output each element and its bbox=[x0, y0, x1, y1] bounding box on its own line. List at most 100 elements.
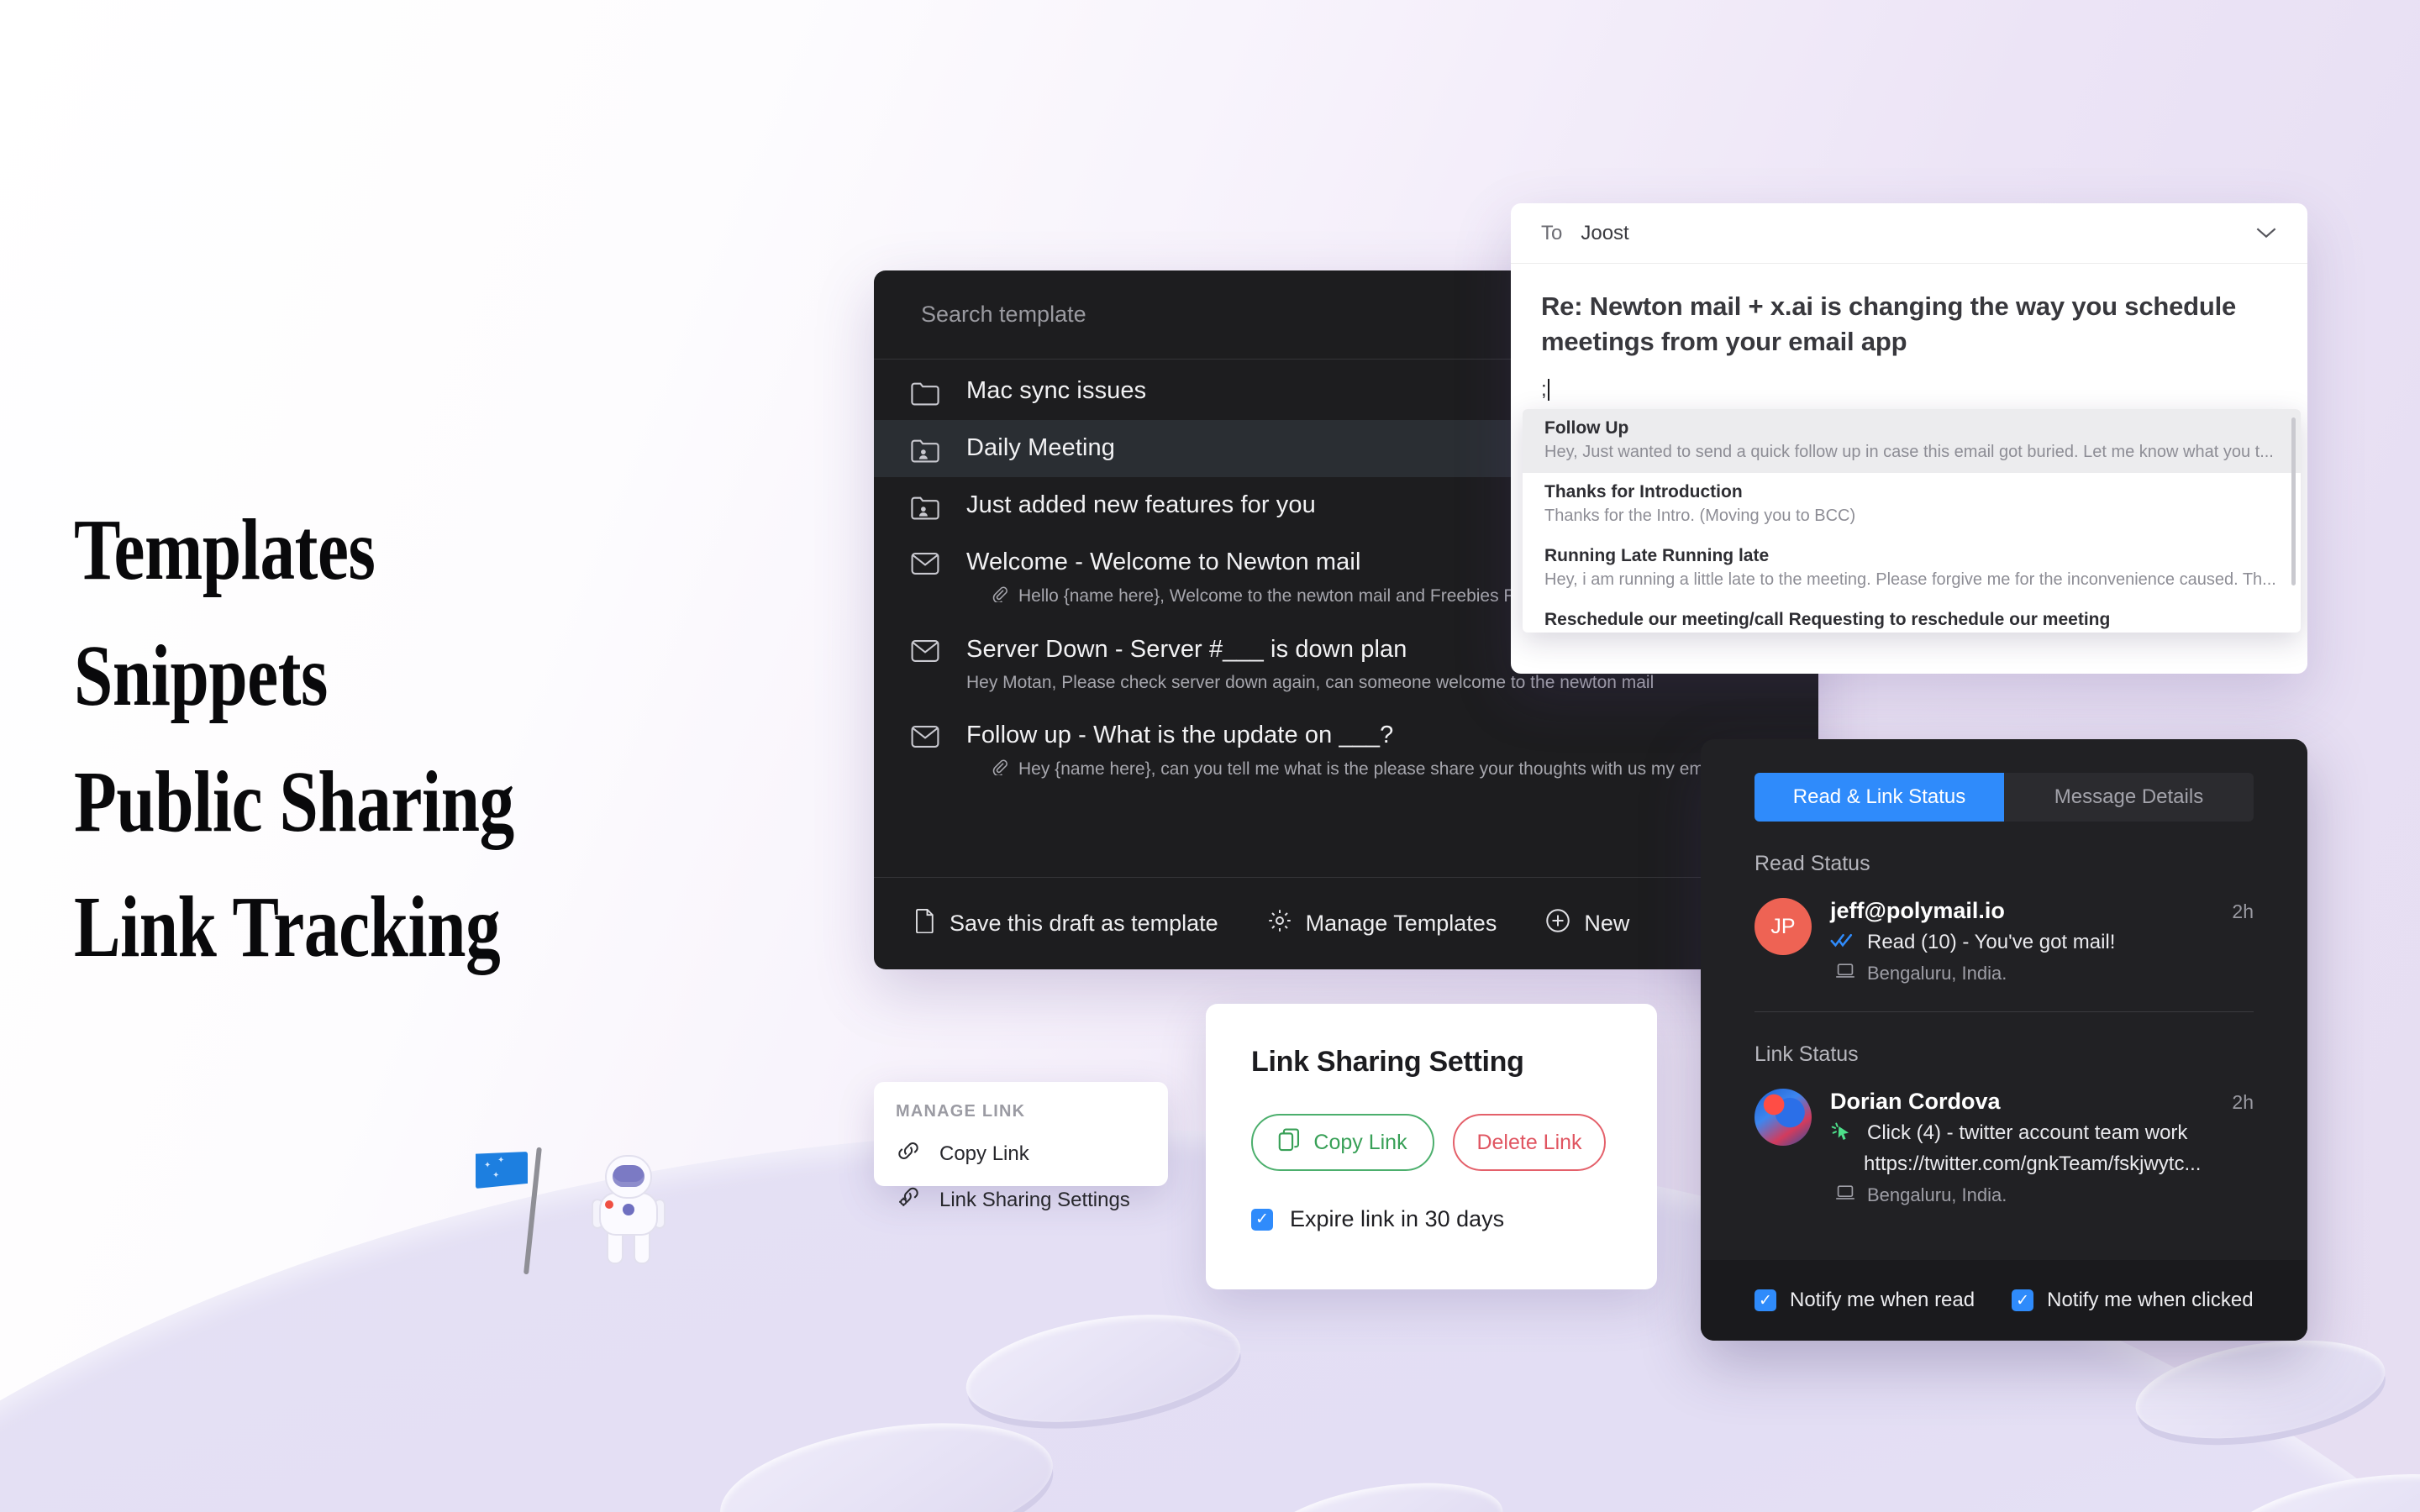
link-sharing-settings-menu-item[interactable]: Link Sharing Settings bbox=[896, 1186, 1146, 1214]
chevron-down-icon[interactable] bbox=[2255, 222, 2277, 245]
template-title: Just added new features for you bbox=[966, 491, 1316, 518]
notify-when-read-label: Notify me when read bbox=[1790, 1289, 1975, 1311]
notify-when-read-checkbox[interactable]: ✓ Notify me when read bbox=[1754, 1289, 1975, 1312]
notify-when-clicked-checkbox[interactable]: ✓ Notify me when clicked bbox=[2012, 1289, 2254, 1312]
template-subtitle-text: Hey {name here}, can you tell me what is… bbox=[1018, 759, 1722, 779]
read-status-heading: Read Status bbox=[1754, 852, 1870, 875]
link-sharing-setting-card: Link Sharing Setting Copy Link Delete Li… bbox=[1206, 1004, 1657, 1289]
link-card-buttons: Copy Link Delete Link bbox=[1251, 1114, 1612, 1171]
copy-link-label: Copy Link bbox=[939, 1142, 1029, 1165]
tab-read-and-link-status[interactable]: Read & Link Status bbox=[1754, 773, 2004, 822]
status-tabs: Read & Link Status Message Details bbox=[1754, 773, 2254, 822]
copy-link-button[interactable]: Copy Link bbox=[1251, 1114, 1434, 1171]
template-title: Follow up - What is the update on ___? bbox=[966, 722, 1394, 748]
flag-cloth: ✦ ✦ ✦ bbox=[476, 1152, 528, 1189]
copy-link-menu-item[interactable]: Copy Link bbox=[896, 1140, 1146, 1168]
checkmark-icon: ✓ bbox=[2012, 1289, 2034, 1311]
astronaut-blue-badge bbox=[623, 1204, 634, 1215]
checkmark-icon: ✓ bbox=[1251, 1208, 1273, 1231]
templates-footer: Save this draft as template Manage Templ… bbox=[874, 877, 1818, 969]
template-title: Mac sync issues bbox=[966, 377, 1147, 404]
headline-line-4: Link Tracking bbox=[74, 879, 501, 976]
delete-link-button[interactable]: Delete Link bbox=[1453, 1114, 1606, 1171]
headline-line-1: Templates bbox=[74, 501, 376, 598]
template-title: Welcome - Welcome to Newton mail bbox=[966, 549, 1361, 575]
link-status-name: Dorian Cordova bbox=[1830, 1089, 2001, 1114]
paperclip-icon bbox=[992, 585, 1008, 607]
page-root: ✦ ✦ ✦ Templates Snippets Public Sharing … bbox=[0, 0, 2420, 1512]
compose-window: To Joost Re: Newton mail + x.ai is chang… bbox=[1511, 203, 2307, 674]
snippet-scrollbar[interactable] bbox=[2291, 417, 2296, 585]
shared-folder-icon bbox=[911, 491, 944, 520]
snippet-dropdown: Follow Up Hey, Just wanted to send a qui… bbox=[1523, 409, 2301, 633]
read-status-entry[interactable]: JP jeff@polymail.io 2h Read (10) - You'v… bbox=[1754, 898, 2254, 984]
paperclip-icon bbox=[992, 759, 1008, 780]
compose-body[interactable]: ; bbox=[1511, 360, 2307, 402]
copy-icon bbox=[1278, 1127, 1300, 1158]
link-icon bbox=[896, 1140, 921, 1168]
snippet-preview: Hey, i am running a little late to the m… bbox=[1544, 570, 2276, 589]
link-sharing-setting-title: Link Sharing Setting bbox=[1251, 1046, 1524, 1078]
link-status-entry[interactable]: Dorian Cordova 2h Click (4) - twitter ac… bbox=[1754, 1089, 2254, 1206]
link-settings-icon bbox=[896, 1186, 921, 1214]
double-check-icon bbox=[1830, 931, 1855, 954]
snippet-item[interactable]: Reschedule our meeting/call Requesting t… bbox=[1523, 601, 2301, 633]
envelope-icon bbox=[911, 722, 944, 748]
astronaut-illustration bbox=[588, 1155, 669, 1266]
snippet-item[interactable]: Running Late Running late Hey, i am runn… bbox=[1523, 537, 2301, 601]
link-status-heading: Link Status bbox=[1754, 1042, 1859, 1066]
save-draft-as-template-button[interactable]: Save this draft as template bbox=[914, 908, 1218, 939]
snippet-item[interactable]: Follow Up Hey, Just wanted to send a qui… bbox=[1523, 409, 2301, 473]
template-subtitle: Hey {name here}, can you tell me what is… bbox=[966, 759, 1771, 780]
template-row[interactable]: Follow up - What is the update on ___? H… bbox=[874, 707, 1818, 795]
divider bbox=[1754, 1011, 2254, 1012]
page-title: Templates Snippets Public Sharing Link T… bbox=[74, 487, 679, 990]
notify-when-clicked-label: Notify me when clicked bbox=[2047, 1289, 2254, 1311]
manage-link-popup: MANAGE LINK Copy Link Link Sharing Setti… bbox=[874, 1082, 1168, 1211]
template-subtitle-text: Hello {name here}, Welcome to the newton… bbox=[1018, 586, 1530, 606]
link-status-location: Bengaluru, India. bbox=[1867, 1184, 2007, 1205]
astronaut-red-badge bbox=[605, 1200, 613, 1209]
headline-line-2: Snippets bbox=[74, 627, 329, 724]
envelope-icon bbox=[911, 636, 944, 663]
checkmark-icon: ✓ bbox=[1754, 1289, 1776, 1311]
manage-templates-button[interactable]: Manage Templates bbox=[1267, 908, 1497, 939]
tab-message-details[interactable]: Message Details bbox=[2004, 773, 2254, 822]
link-status-url[interactable]: https://twitter.com/gnkTeam/fskjwytc... bbox=[1830, 1152, 2254, 1176]
to-recipient[interactable]: Joost bbox=[1581, 222, 1628, 245]
envelope-icon bbox=[911, 549, 944, 575]
status-panel-footer: ✓ Notify me when read ✓ Notify me when c… bbox=[1701, 1260, 2307, 1341]
template-subtitle-text: Hey Motan, Please check server down agai… bbox=[966, 673, 1655, 692]
click-cursor-icon bbox=[1830, 1121, 1855, 1149]
avatar: JP bbox=[1754, 898, 1812, 955]
compose-body-text: ; bbox=[1541, 377, 1547, 401]
read-link-status-panel: Read & Link Status Message Details Read … bbox=[1701, 739, 2307, 1341]
snippet-title: Thanks for Introduction bbox=[1544, 482, 1743, 501]
snippet-title: Running Late Running late bbox=[1544, 546, 1770, 565]
shared-folder-icon bbox=[911, 434, 944, 463]
folder-icon bbox=[911, 377, 944, 406]
snippet-preview: Thanks for the Intro. (Moving you to BCC… bbox=[1544, 507, 1856, 525]
link-sharing-settings-label: Link Sharing Settings bbox=[939, 1188, 1130, 1211]
expire-link-checkbox[interactable]: ✓ Expire link in 30 days bbox=[1251, 1206, 1612, 1232]
astronaut-leg-right bbox=[634, 1231, 650, 1264]
link-status-line: Click (4) - twitter account team work bbox=[1867, 1121, 2188, 1144]
compose-to-row[interactable]: To Joost bbox=[1511, 203, 2307, 264]
save-draft-label: Save this draft as template bbox=[950, 911, 1218, 936]
link-status-time: 2h bbox=[2232, 1091, 2254, 1113]
delete-link-button-label: Delete Link bbox=[1476, 1130, 1582, 1154]
new-template-button[interactable]: New bbox=[1545, 908, 1629, 939]
copy-link-button-label: Copy Link bbox=[1313, 1130, 1407, 1154]
snippet-item[interactable]: Thanks for Introduction Thanks for the I… bbox=[1523, 473, 2301, 537]
read-status-name: jeff@polymail.io bbox=[1830, 898, 2005, 923]
compose-subject[interactable]: Re: Newton mail + x.ai is changing the w… bbox=[1511, 264, 2307, 360]
expire-link-label: Expire link in 30 days bbox=[1290, 1206, 1505, 1231]
laptop-icon bbox=[1835, 963, 1855, 984]
snippet-title: Follow Up bbox=[1544, 418, 1629, 438]
laptop-icon bbox=[1835, 1184, 1855, 1206]
read-status-time: 2h bbox=[2232, 900, 2254, 922]
search-template-placeholder: Search template bbox=[921, 302, 1086, 327]
document-icon bbox=[914, 908, 936, 939]
plus-circle-icon bbox=[1545, 908, 1570, 939]
astronaut-leg-left bbox=[607, 1231, 623, 1264]
